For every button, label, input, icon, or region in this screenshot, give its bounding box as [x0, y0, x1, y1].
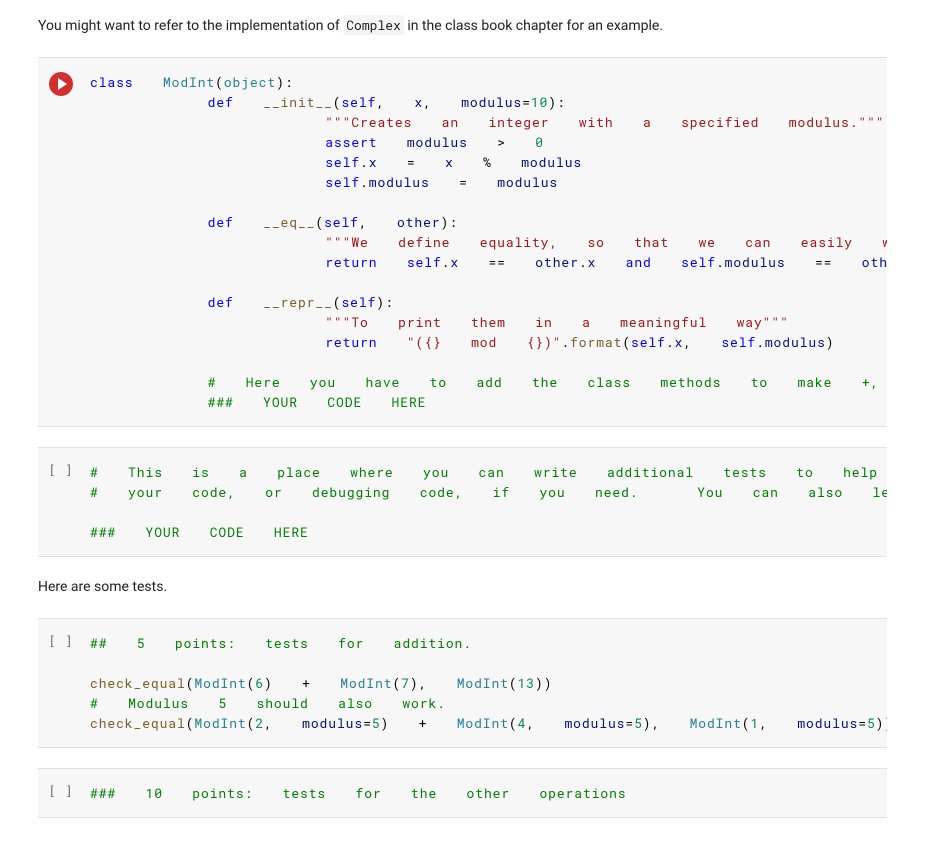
execution-count: [ ] [49, 633, 74, 649]
cell-gutter [38, 66, 84, 96]
cell-gutter: [ ] [38, 627, 84, 649]
execution-count: [ ] [49, 462, 74, 478]
code-cell: [ ] # This is a place where you can write… [38, 447, 887, 557]
code-editor[interactable]: # This is a place where you can write ad… [84, 456, 887, 548]
code-cell: class ModInt(object): def __init__(self,… [38, 57, 887, 427]
intro-after: in the class book chapter for an example… [404, 18, 663, 34]
code-cell: [ ] ## 5 points: tests for addition. chec… [38, 618, 887, 748]
code-cell: [ ] ### 10 points: tests for the other op… [38, 768, 887, 818]
notebook-content: You might want to refer to the implement… [0, 0, 925, 868]
code-source[interactable]: ### 10 points: tests for the other opera… [90, 783, 873, 803]
code-editor[interactable]: ## 5 points: tests for addition. check_e… [84, 627, 887, 739]
code-source[interactable]: ## 5 points: tests for addition. check_e… [90, 633, 873, 733]
code-source[interactable]: class ModInt(object): def __init__(self,… [90, 72, 873, 412]
intro-before: You might want to refer to the implement… [38, 18, 343, 34]
run-cell-button[interactable] [49, 72, 73, 96]
cell-gutter: [ ] [38, 777, 84, 799]
intro-text: You might want to refer to the implement… [38, 16, 887, 37]
text-cell: Here are some tests. [38, 577, 887, 598]
code-source[interactable]: # This is a place where you can write ad… [90, 462, 873, 542]
code-editor[interactable]: class ModInt(object): def __init__(self,… [84, 66, 887, 418]
cells-container: class ModInt(object): def __init__(self,… [38, 57, 887, 818]
execution-count: [ ] [49, 783, 74, 799]
cell-gutter: [ ] [38, 456, 84, 478]
intro-inline-code: Complex [343, 15, 404, 35]
